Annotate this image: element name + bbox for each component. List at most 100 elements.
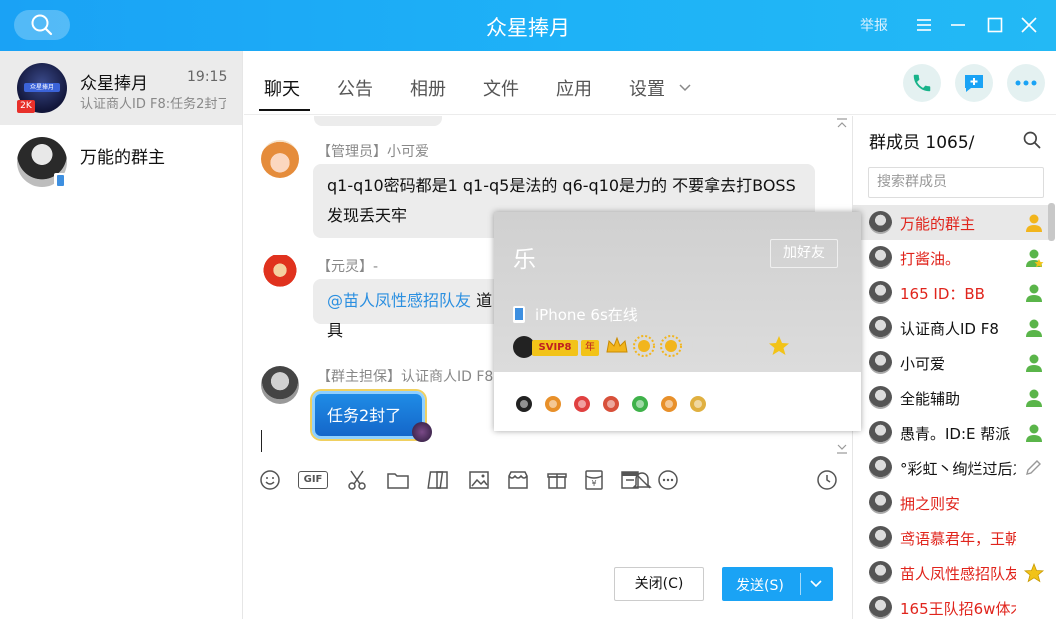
member-search-input[interactable]: 搜索群成员: [868, 167, 1044, 198]
collapse-icon[interactable]: [836, 118, 848, 130]
report-link[interactable]: 举报: [860, 15, 888, 35]
tab-chat[interactable]: 聊天: [264, 75, 300, 101]
member-item[interactable]: 165 ID：BB: [853, 275, 1049, 310]
member-item[interactable]: 打酱油。: [853, 240, 1049, 275]
gif-icon[interactable]: GIF: [298, 471, 328, 489]
text-caret: [261, 430, 262, 452]
session-list: 众星捧月 2K 众星捧月 19:15 认证商人ID F8:任务2封了 万能的群主: [0, 51, 243, 619]
chevron-down-icon[interactable]: [678, 80, 692, 94]
star-icon: [769, 336, 789, 355]
member-item[interactable]: 苗人凤性感招队友: [853, 555, 1049, 590]
member-avatar: [869, 246, 892, 269]
game-icon: [661, 396, 677, 412]
sender-avatar[interactable]: [261, 140, 299, 178]
music-icon: [690, 396, 706, 412]
close-icon[interactable]: [1016, 12, 1042, 38]
message-sender: 【群主担保】认证商人ID F8: [317, 369, 494, 385]
image-icon[interactable]: [467, 468, 491, 492]
member-item[interactable]: 拥之则安: [853, 485, 1049, 520]
message-bubble[interactable]: @苗人凤性感招队友 道具: [313, 279, 513, 340]
tab-announcement[interactable]: 公告: [337, 75, 373, 101]
special-bubble[interactable]: 任务2封了: [312, 391, 425, 439]
add-friend-button[interactable]: 加好友: [770, 239, 838, 268]
mute-bell-icon[interactable]: [630, 468, 654, 492]
diamond-green-icon: [632, 396, 648, 412]
profile-popup: 乐 加好友 iPhone 6s在线 SVIP8 年: [494, 212, 861, 431]
member-avatar: [869, 456, 892, 479]
member-avatar: [869, 491, 892, 514]
member-avatar: [869, 316, 892, 339]
folder-icon[interactable]: [386, 468, 410, 492]
session-item-group[interactable]: 众星捧月 2K 众星捧月 19:15 认证商人ID F8:任务2封了: [0, 51, 242, 125]
search-icon[interactable]: [1022, 130, 1042, 150]
sun-icon: [660, 335, 682, 357]
member-avatar: [869, 561, 892, 584]
owner-badge-icon: [1026, 214, 1042, 232]
member-item[interactable]: 全能辅助: [853, 380, 1049, 415]
member-badge-icon: [1026, 284, 1042, 302]
session-item-owner[interactable]: 万能的群主: [0, 125, 242, 199]
member-item[interactable]: 鸢语慕君年，王朝帮主: [853, 520, 1049, 555]
member-avatar: [869, 281, 892, 304]
member-name: 全能辅助: [900, 390, 961, 408]
member-scrollbar[interactable]: [1048, 203, 1055, 241]
scissors-icon[interactable]: [345, 468, 369, 492]
tab-apps[interactable]: 应用: [556, 75, 592, 101]
member-name: 拥之则安: [900, 495, 961, 513]
member-avatar: [869, 386, 892, 409]
session-time: 19:15: [187, 69, 228, 85]
tab-settings[interactable]: 设置: [629, 75, 665, 101]
red-packet-icon[interactable]: ¥: [582, 468, 606, 492]
member-item[interactable]: 万能的群主: [853, 205, 1049, 240]
maximize-icon[interactable]: [982, 12, 1008, 38]
member-item[interactable]: 认证商人ID F8: [853, 310, 1049, 345]
svg-text:¥: ¥: [591, 479, 596, 488]
member-name: 165王队招6w体木: [900, 600, 1016, 618]
send-button[interactable]: 发送(S): [722, 567, 833, 601]
member-panel: 群成员 1065/ 搜索群成员 万能的群主 打酱油。 165 ID：BB 认证商人ID…: [852, 116, 1056, 619]
member-item[interactable]: 165王队招6w体木: [853, 590, 1049, 625]
member-name: 小可爱: [900, 355, 946, 373]
member-name: 苗人凤性感招队友: [900, 565, 1016, 583]
member-name: 认证商人ID F8: [900, 320, 999, 338]
screenshot-icon[interactable]: [427, 468, 451, 492]
chevron-down-icon[interactable]: [809, 578, 823, 590]
member-badge-icon: [1026, 354, 1042, 372]
tab-files[interactable]: 文件: [483, 75, 519, 101]
online-status: iPhone 6s在线: [535, 306, 638, 324]
level-tag: 2K: [17, 100, 35, 113]
sender-avatar[interactable]: [261, 366, 299, 404]
moon-icon: [691, 337, 701, 355]
more-icon: [1015, 80, 1037, 86]
minimize-icon[interactable]: [945, 12, 971, 38]
member-item[interactable]: 小可爱: [853, 345, 1049, 380]
mention-link[interactable]: @苗人凤性感招队友: [327, 291, 471, 310]
expand-icon[interactable]: [836, 442, 848, 454]
member-item[interactable]: 愚青。ID:E 帮派: [853, 415, 1049, 450]
member-item[interactable]: °彩虹丶绚烂过后之美: [853, 450, 1049, 485]
session-name: 众星捧月: [80, 74, 148, 94]
gift-icon[interactable]: [545, 468, 569, 492]
member-badge-icon: [1026, 424, 1042, 442]
member-name: °彩虹丶绚烂过后之美: [900, 460, 1016, 478]
group-logo: 众星捧月: [24, 83, 60, 92]
profile-name: 乐: [513, 247, 536, 273]
tab-album[interactable]: 相册: [410, 75, 446, 101]
more-options-icon[interactable]: [656, 468, 680, 492]
shop-icon[interactable]: [506, 468, 530, 492]
call-button[interactable]: [903, 64, 941, 102]
new-message-button[interactable]: [955, 64, 993, 102]
close-button[interactable]: 关闭(C): [614, 567, 704, 601]
member-badge-icon: [1026, 389, 1042, 407]
year-badge: 年: [581, 340, 599, 356]
phone-online-icon: [54, 173, 67, 188]
crown-icon: [606, 336, 628, 353]
history-clock-icon[interactable]: [815, 468, 839, 492]
settings-icon[interactable]: [911, 12, 937, 38]
message-text: 任务2封了: [327, 406, 402, 425]
more-button[interactable]: [1007, 64, 1045, 102]
edit-pencil-icon: [1026, 460, 1041, 475]
member-count-title: 群成员 1065/: [869, 133, 975, 153]
emoji-icon[interactable]: [258, 468, 282, 492]
sender-avatar[interactable]: [261, 255, 299, 293]
